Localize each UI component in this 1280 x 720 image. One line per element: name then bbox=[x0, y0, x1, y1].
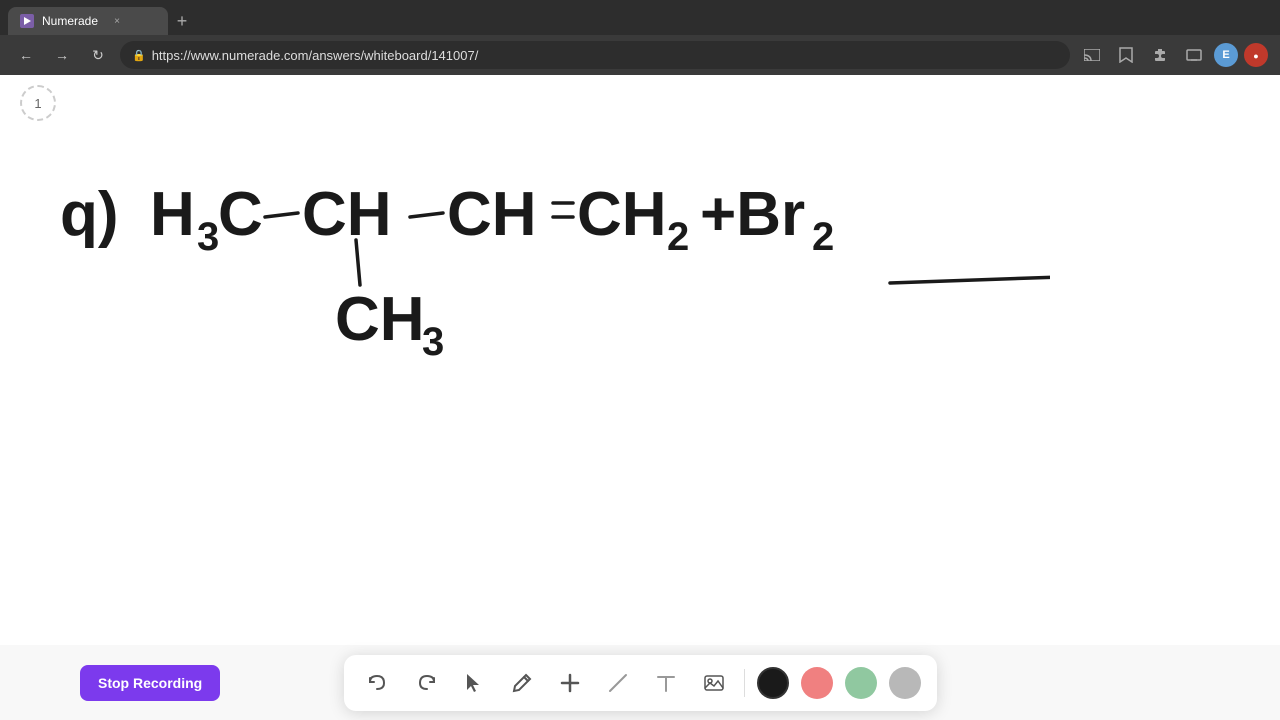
reload-button[interactable]: ↻ bbox=[84, 41, 112, 69]
svg-text:q): q) bbox=[60, 180, 119, 249]
bookmark-button[interactable] bbox=[1112, 41, 1140, 69]
browser-toolbar: ← → ↻ 🔒 https://www.numerade.com/answers… bbox=[0, 35, 1280, 75]
tab-favicon bbox=[20, 14, 34, 28]
tab-bar: Numerade × + bbox=[8, 0, 1272, 35]
browser-frame: Numerade × + ← → ↻ 🔒 https://www.numerad… bbox=[0, 0, 1280, 720]
whiteboard[interactable]: 1 q) H 3 C bbox=[0, 75, 1280, 720]
mint-color-swatch[interactable] bbox=[845, 667, 877, 699]
svg-text:CH: CH bbox=[447, 180, 537, 249]
svg-text:+Br: +Br bbox=[700, 180, 805, 249]
page-number: 1 bbox=[34, 96, 41, 111]
page-content: 1 q) H 3 C bbox=[0, 75, 1280, 720]
gray-color-swatch[interactable] bbox=[889, 667, 921, 699]
profile-e-button[interactable]: E bbox=[1214, 43, 1238, 67]
black-color-swatch[interactable] bbox=[757, 667, 789, 699]
extensions-button[interactable] bbox=[1146, 41, 1174, 69]
lock-icon: 🔒 bbox=[132, 49, 146, 62]
svg-text:CH: CH bbox=[302, 180, 392, 249]
bottom-toolbar: Stop Recording bbox=[0, 645, 1280, 720]
equation-svg: q) H 3 C CH CH bbox=[50, 135, 1050, 455]
address-bar[interactable]: 🔒 https://www.numerade.com/answers/white… bbox=[120, 41, 1070, 69]
stop-recording-button[interactable]: Stop Recording bbox=[80, 665, 220, 701]
svg-text:3: 3 bbox=[422, 320, 444, 364]
add-tool-button[interactable] bbox=[552, 665, 588, 701]
screen-button[interactable] bbox=[1180, 41, 1208, 69]
pink-color-swatch[interactable] bbox=[801, 667, 833, 699]
profile-red-button[interactable]: ● bbox=[1244, 43, 1268, 67]
toolbar-actions: E ● bbox=[1078, 41, 1268, 69]
pen-tool-button[interactable] bbox=[504, 665, 540, 701]
svg-text:3: 3 bbox=[197, 215, 219, 259]
tab-label: Numerade bbox=[42, 14, 98, 28]
redo-button[interactable] bbox=[408, 665, 444, 701]
svg-text:CH: CH bbox=[335, 285, 425, 354]
active-tab[interactable]: Numerade × bbox=[8, 7, 168, 35]
tool-palette bbox=[344, 655, 937, 711]
browser-titlebar: Numerade × + bbox=[0, 0, 1280, 35]
chemical-equation: q) H 3 C CH CH bbox=[50, 135, 1050, 455]
toolbar-divider bbox=[744, 669, 745, 697]
text-tool-button[interactable] bbox=[648, 665, 684, 701]
cast-button[interactable] bbox=[1078, 41, 1106, 69]
svg-text:2: 2 bbox=[812, 215, 834, 259]
cursor-tool-button[interactable] bbox=[456, 665, 492, 701]
new-tab-button[interactable]: + bbox=[168, 7, 196, 35]
back-button[interactable]: ← bbox=[12, 41, 40, 69]
url-text: https://www.numerade.com/answers/whitebo… bbox=[152, 48, 479, 63]
svg-text:C: C bbox=[218, 180, 263, 249]
page-indicator: 1 bbox=[20, 85, 56, 121]
line-tool-button[interactable] bbox=[600, 665, 636, 701]
svg-text:CH: CH bbox=[577, 180, 667, 249]
svg-text:●: ● bbox=[1253, 51, 1258, 61]
svg-text:2: 2 bbox=[667, 215, 689, 259]
forward-button[interactable]: → bbox=[48, 41, 76, 69]
image-tool-button[interactable] bbox=[696, 665, 732, 701]
undo-button[interactable] bbox=[360, 665, 396, 701]
svg-text:H: H bbox=[150, 180, 195, 249]
tab-close-btn[interactable]: × bbox=[110, 14, 124, 28]
